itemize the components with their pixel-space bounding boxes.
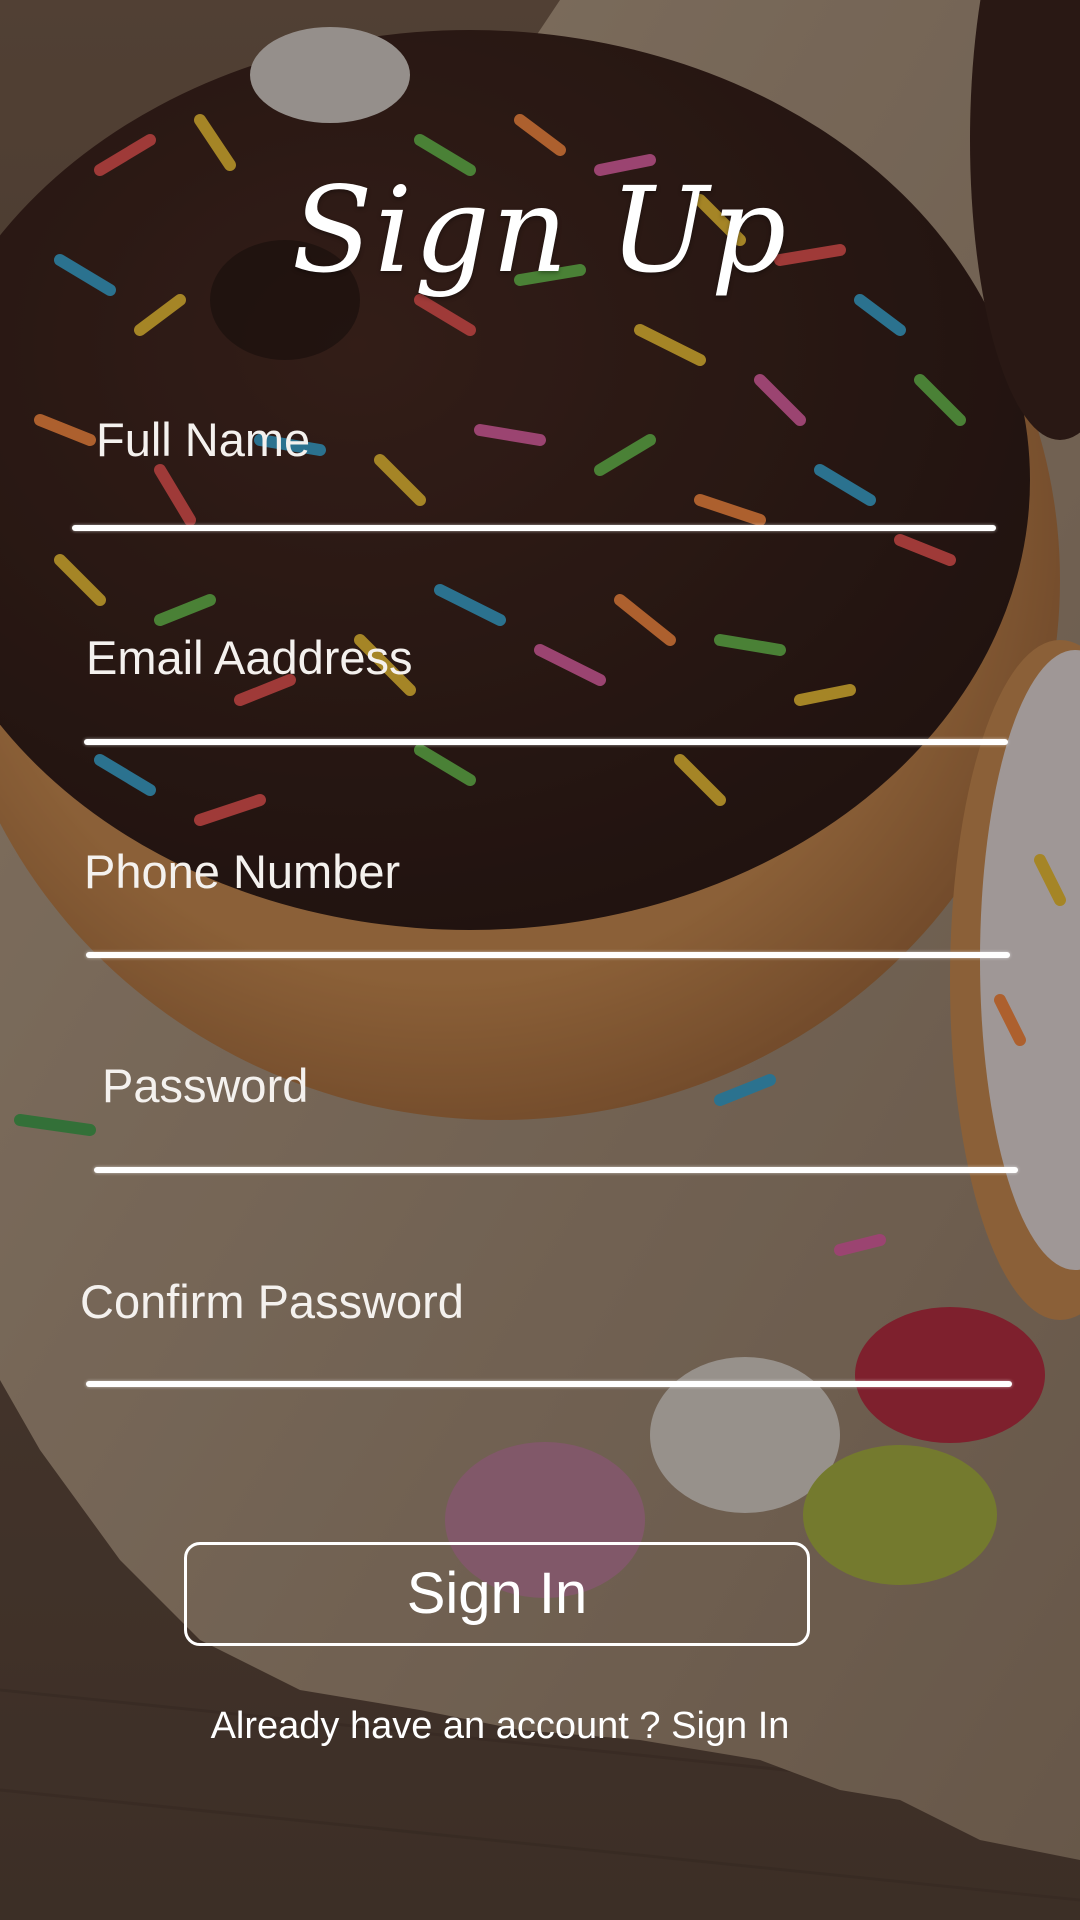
password-label: Password <box>102 1059 309 1112</box>
sign-in-prompt: Already have an account ? Sign In <box>0 1702 1000 1750</box>
full-name-label: Full Name <box>96 413 311 466</box>
sign-in-button[interactable]: Sign In <box>184 1542 810 1646</box>
email-underline <box>84 739 1008 745</box>
email-field[interactable]: Email Aaddress <box>84 630 1012 752</box>
sign-up-screen: Sign Up Full Name Email Aaddress Phone N… <box>0 0 1080 1920</box>
phone-number-label: Phone Number <box>84 845 401 898</box>
password-field[interactable]: Password <box>94 1058 1022 1180</box>
email-label: Email Aaddress <box>86 631 413 684</box>
sign-in-link[interactable]: Sign In <box>671 1705 789 1747</box>
confirm-password-field[interactable]: Confirm Password <box>80 1274 1016 1396</box>
page-title: Sign Up <box>291 161 789 299</box>
full-name-underline <box>72 525 996 531</box>
phone-number-underline <box>86 952 1010 958</box>
confirm-password-underline <box>86 1381 1012 1387</box>
phone-number-field[interactable]: Phone Number <box>84 844 1014 966</box>
password-underline <box>94 1167 1018 1173</box>
confirm-password-label: Confirm Password <box>80 1275 464 1328</box>
full-name-field[interactable]: Full Name <box>72 412 1000 534</box>
sign-in-prompt-text: Already have an account ? <box>210 1705 661 1747</box>
